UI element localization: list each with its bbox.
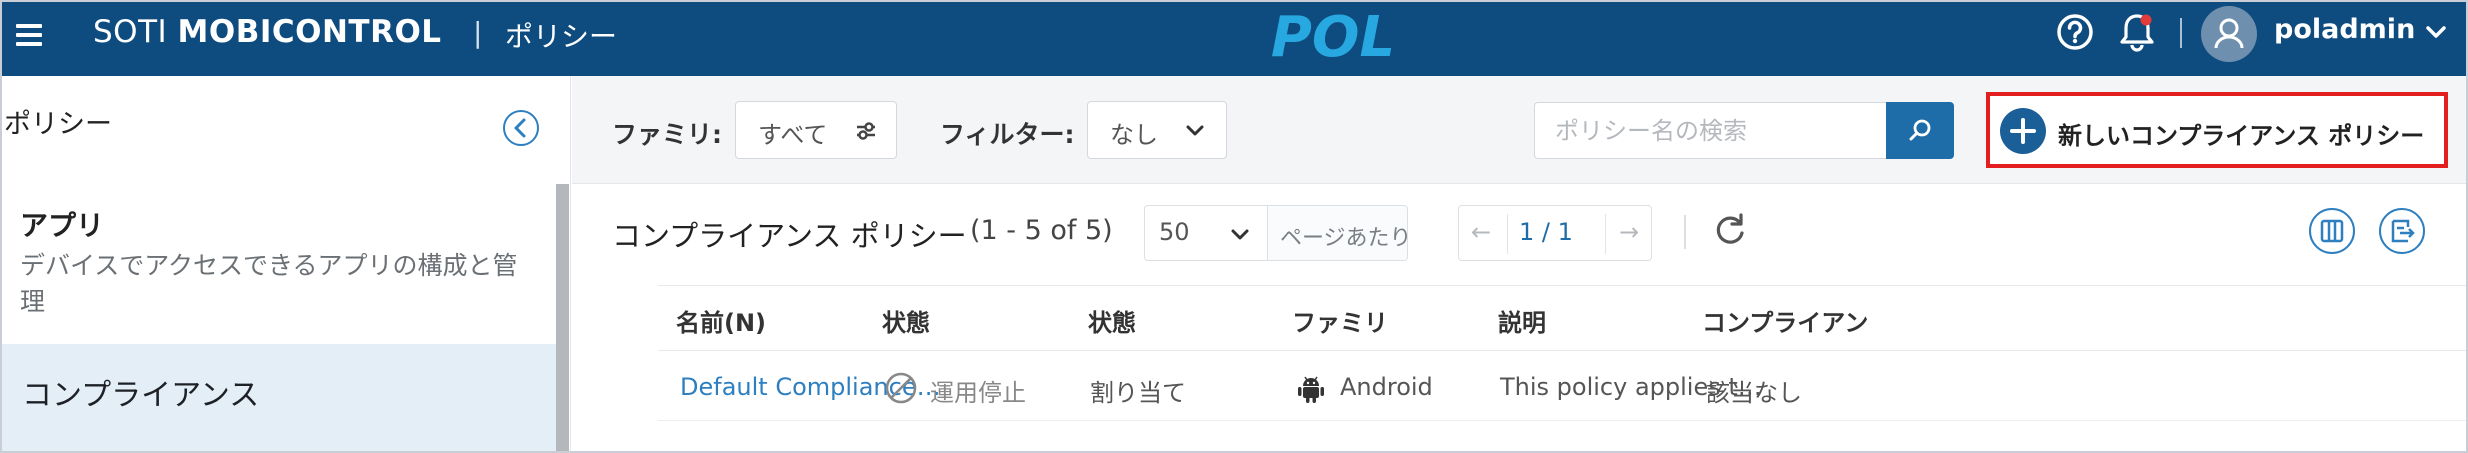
filter-label: フィルター: — [940, 120, 1075, 149]
help-icon[interactable] — [2055, 12, 2095, 52]
family-text: Android — [1340, 373, 1433, 401]
per-page-label: ページあたり — [1268, 205, 1412, 261]
pagination: ← 1 / 1 → — [1458, 205, 1652, 261]
chevron-down-icon — [1231, 229, 1249, 240]
sidebar: ポリシー アプリ デバイスでアクセスできるアプリの構成と管理 コンプライアンス — [0, 76, 571, 453]
list-count: (1 - 5 of 5) — [970, 215, 1113, 246]
column-header-assignment[interactable]: 状態 — [1088, 303, 1136, 338]
column-header-compliance[interactable]: コンプライアン — [1702, 303, 1868, 338]
avatar[interactable] — [2201, 6, 2257, 62]
list-title: コンプライアンス ポリシー — [612, 219, 967, 253]
sliders-icon — [857, 122, 875, 140]
toolbar-divider — [1684, 215, 1686, 249]
new-policy-label: 新しいコンプライアンス ポリシー — [2058, 122, 2425, 150]
hamburger-menu-icon[interactable] — [16, 22, 46, 48]
brand-name: SOTI MOBICONTROL — [93, 14, 442, 50]
pager-divider — [1605, 214, 1606, 254]
columns-icon[interactable] — [2308, 207, 2356, 255]
brand-bold: MOBICONTROL — [177, 14, 442, 50]
sidebar-item-label: コンプライアンス — [22, 378, 260, 413]
sidebar-scrollbar[interactable] — [556, 184, 569, 453]
android-icon — [1298, 376, 1324, 403]
header-separator: | — [473, 16, 483, 49]
new-compliance-policy-button[interactable]: 新しいコンプライアンス ポリシー — [1986, 92, 2448, 168]
plus-circle-icon — [2000, 108, 2046, 154]
sidebar-item-apps-description: デバイスでアクセスできるアプリの構成と管理 — [20, 251, 518, 316]
column-header-family[interactable]: ファミリ — [1292, 303, 1388, 338]
user-icon — [2214, 18, 2244, 49]
brand-light: SOTI — [93, 14, 178, 50]
sidebar-item-apps[interactable]: アプリ — [20, 204, 104, 244]
search-icon — [1909, 119, 1931, 141]
export-icon[interactable] — [2378, 207, 2426, 255]
policy-list: コンプライアンス ポリシー (1 - 5 of 5) 50 ページあたり ← 1… — [572, 185, 2468, 453]
search-button[interactable] — [1886, 102, 1954, 159]
page-indicator: 1 / 1 — [1519, 218, 1573, 246]
family-select[interactable]: すべて — [735, 101, 897, 159]
per-page-select[interactable]: 50 — [1144, 205, 1268, 261]
family-label: ファミリ: — [612, 120, 722, 149]
table-row[interactable]: Default Compliance… 運用停止 割り当て Android Th… — [658, 351, 2468, 421]
pol-logo: POL — [1271, 5, 1395, 68]
column-header-status[interactable]: 状態 — [882, 303, 930, 338]
prohibited-icon — [885, 372, 917, 404]
table-header: 名前(N) 状態 状態 ファミリ 説明 コンプライアン — [658, 285, 2468, 351]
chevron-down-icon — [1186, 125, 1204, 136]
sidebar-item-compliance[interactable]: コンプライアンス — [0, 344, 556, 453]
refresh-icon[interactable] — [1710, 209, 1750, 249]
per-page-value: 50 — [1159, 218, 1190, 246]
username[interactable]: poladmin — [2274, 14, 2415, 45]
filter-value: なし — [1110, 121, 1158, 149]
header-divider — [2180, 18, 2182, 48]
status-text: 運用停止 — [930, 379, 1026, 407]
collapse-sidebar-icon[interactable] — [502, 109, 540, 147]
bell-icon[interactable] — [2117, 10, 2157, 54]
notification-dot — [2140, 14, 2152, 26]
policy-search-input[interactable] — [1534, 102, 1886, 159]
chevron-down-icon[interactable] — [2424, 22, 2448, 42]
filter-toolbar: ファミリ: すべて フィルター: なし 新しいコンプライアンス ポリシー — [572, 76, 2468, 184]
sidebar-title: ポリシー — [4, 109, 112, 140]
column-header-name[interactable]: 名前(N) — [676, 303, 766, 338]
previous-page-button[interactable]: ← — [1471, 218, 1491, 246]
next-page-button[interactable]: → — [1619, 218, 1639, 246]
logo-text: POL — [1271, 5, 1395, 68]
filter-select[interactable]: なし — [1087, 101, 1227, 159]
compliance-text: 該当なし — [1706, 379, 1802, 407]
top-header: SOTI MOBICONTROL | ポリシー POL poladmin — [0, 0, 2468, 76]
assignment-text: 割り当て — [1090, 379, 1186, 407]
column-header-description[interactable]: 説明 — [1498, 303, 1546, 338]
pager-divider — [1507, 214, 1508, 254]
header-page-title: ポリシー — [505, 20, 618, 53]
family-value: すべて — [758, 121, 828, 149]
